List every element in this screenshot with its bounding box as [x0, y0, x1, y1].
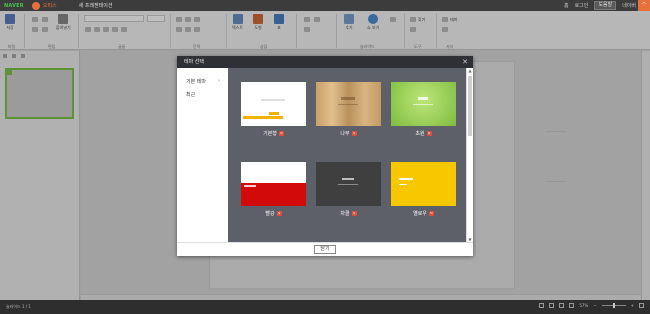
theme-card-red[interactable]: 빨강 N [241, 162, 306, 217]
theme-dialog: 테마 선택 ✕ 기본 테마 › 최근 기본형N 나무N 초원N 빨강N [177, 56, 473, 256]
new-badge-icon: N [276, 211, 282, 216]
home-link[interactable]: 홈 [564, 2, 569, 9]
theme-preview [241, 82, 306, 126]
notes-view-icon[interactable] [559, 303, 565, 308]
office-icon [31, 1, 40, 10]
sorter-view-icon[interactable] [549, 303, 555, 308]
fit-window-icon[interactable] [639, 303, 644, 308]
normal-view-icon[interactable] [539, 303, 545, 308]
dialog-header: 테마 선택 ✕ [177, 56, 473, 68]
zoom-slider-knob[interactable] [612, 303, 615, 308]
theme-scrollbar[interactable]: ▲ ▼ [466, 68, 473, 242]
new-badge-icon: N [351, 131, 357, 136]
naver-logo[interactable]: NAVER [4, 3, 24, 9]
theme-category-list: 기본 테마 › 최근 [177, 68, 228, 242]
user-name[interactable]: 네이버 [622, 2, 636, 9]
slide-page-indicator: 슬라이드 1 / 1 [6, 304, 31, 309]
chevron-right-icon: › [218, 78, 220, 84]
login-link[interactable]: 로그인 [575, 2, 589, 9]
title-bar-right: 홈 로그인 도움말 네이버 [564, 0, 636, 11]
dialog-footer: 닫기 [177, 242, 473, 256]
new-badge-icon: N [278, 131, 284, 136]
new-badge-icon: N [426, 131, 432, 136]
theme-preview [241, 162, 306, 206]
dialog-title: 테마 선택 [184, 59, 204, 65]
theme-card-dark[interactable]: 차콜 N [316, 162, 381, 217]
slideshow-view-icon[interactable] [569, 303, 575, 308]
theme-preview [391, 162, 456, 206]
theme-preview [316, 82, 381, 126]
zoom-slider[interactable] [601, 303, 626, 308]
zoom-in-icon[interactable]: + [631, 303, 634, 308]
theme-card-green[interactable]: 초원 N [391, 82, 456, 137]
collapse-icon[interactable]: ⌃ [638, 0, 650, 11]
zoom-level[interactable]: 57% [579, 303, 588, 308]
close-button[interactable]: 닫기 [314, 245, 336, 254]
new-badge-icon: N [351, 211, 357, 216]
status-controls: 57% − + [539, 303, 644, 308]
status-bar: 슬라이드 1 / 1 57% − + [0, 300, 650, 314]
theme-card-yellow[interactable]: 옐로우 N [391, 162, 456, 217]
category-basic[interactable]: 기본 테마 › [186, 78, 224, 85]
category-recent[interactable]: 최근 [186, 91, 195, 98]
new-badge-icon: N [428, 211, 434, 216]
title-bar: NAVER 오피스 새 프레젠테이션 홈 로그인 도움말 네이버 ⌃ [0, 0, 650, 11]
close-icon[interactable]: ✕ [462, 56, 468, 68]
theme-card-basic[interactable]: 기본형 N [241, 82, 306, 137]
theme-grid: 기본형 N 나무 N 초원 N 빨강 N 차콜 N 옐로우 N [228, 68, 473, 242]
scroll-up-icon[interactable]: ▲ [467, 68, 473, 73]
theme-card-wood[interactable]: 나무 N [316, 82, 381, 137]
document-title[interactable]: 새 프레젠테이션 [79, 2, 113, 9]
help-button[interactable]: 도움말 [594, 1, 617, 10]
theme-preview [316, 162, 381, 206]
scroll-thumb[interactable] [468, 76, 472, 136]
app-name: 오피스 [42, 3, 57, 9]
theme-preview [391, 82, 456, 126]
zoom-out-icon[interactable]: − [593, 303, 596, 308]
